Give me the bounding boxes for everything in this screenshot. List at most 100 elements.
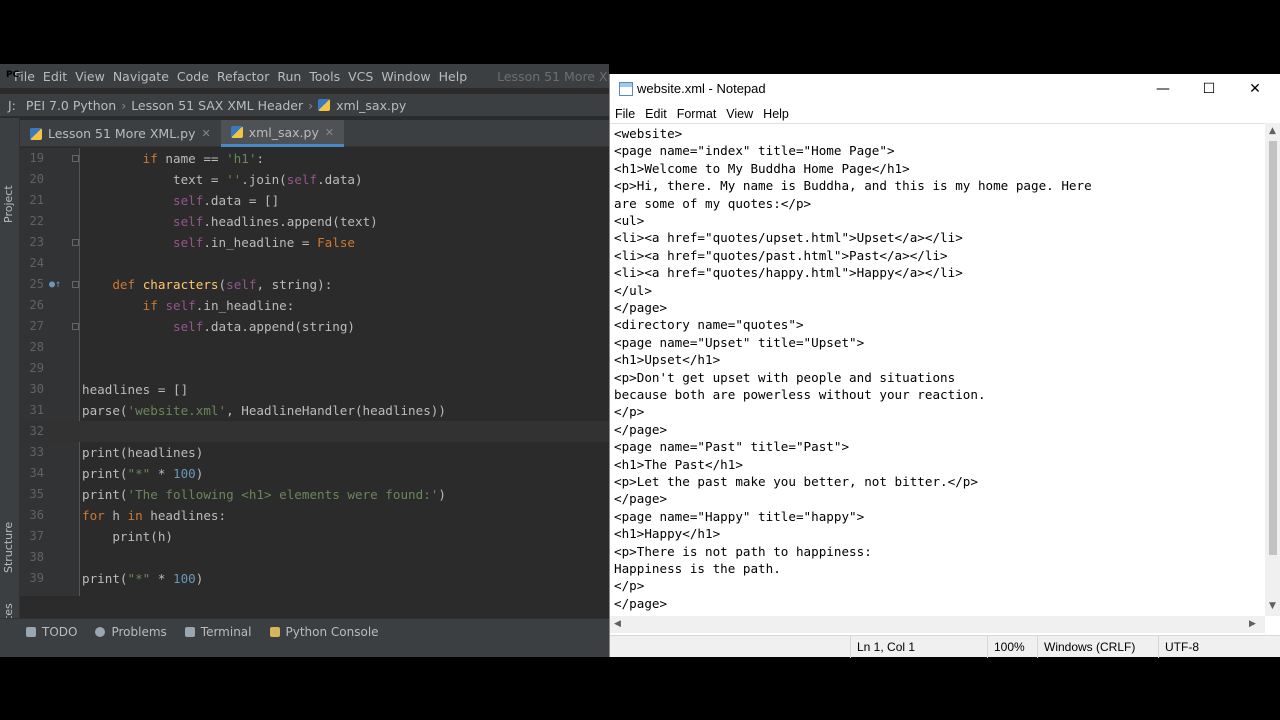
tab-label: Lesson 51 More XML.py (48, 126, 196, 141)
code-line: 31 parse('website.xml', HeadlineHandler(h… (29, 403, 446, 418)
text-line: are some of my quotes:</p> (614, 195, 812, 211)
scroll-left-icon[interactable]: ◀ (614, 619, 621, 629)
horizontal-scrollbar[interactable]: ◀ ▶ (610, 616, 1265, 633)
text-line: <p>Let the past make you better, not bit… (614, 474, 978, 489)
code-editor[interactable]: 19 if name == 'h1': 20 text = ''.join(se… (20, 148, 609, 596)
code-line: 33 print(headlines) (29, 445, 204, 460)
text-line: <page name="Past" title="Past"> (614, 439, 850, 455)
fold-marker-icon[interactable] (72, 239, 79, 246)
code-line: 27 self.data.append(string) (29, 319, 355, 334)
notepad-status-bar: Ln 1, Col 1 100% Windows (CRLF) UTF-8 (610, 635, 1280, 658)
menu-help[interactable]: Help (763, 107, 789, 121)
drive-label: J: (8, 97, 16, 113)
scroll-down-icon[interactable]: ▼ (1269, 601, 1276, 611)
minimize-button[interactable]: — (1140, 74, 1186, 104)
python-file-icon (318, 99, 331, 111)
fold-marker-icon[interactable] (72, 323, 79, 330)
menu-refactor[interactable]: Refactor (217, 69, 277, 84)
menu-view[interactable]: View (75, 69, 113, 84)
text-line: <p>There is not path to happiness: (614, 543, 872, 559)
fold-marker-icon[interactable] (72, 281, 79, 288)
python-console-tool-button[interactable]: Python Console (269, 625, 379, 639)
code-line: 22 self.headlines.append(text) (29, 214, 378, 229)
menu-window[interactable]: Window (381, 69, 438, 84)
scroll-right-icon[interactable]: ▶ (1249, 619, 1256, 629)
python-file-icon (30, 127, 42, 140)
code-line-current: 32 (20, 421, 609, 442)
text-line: <p>Don't get upset with people and situa… (614, 369, 956, 385)
text-line: </p> (614, 404, 645, 420)
text-line: </p> (614, 578, 645, 594)
close-icon[interactable]: ✕ (201, 127, 210, 140)
notepad-menubar: File Edit Format View Help (610, 104, 1280, 123)
tab-xml-sax[interactable]: xml_sax.py ✕ (220, 120, 345, 147)
code-line: 25 ●↑ def characters(self, string): (20, 274, 609, 295)
text-line: Happiness is the path. (614, 561, 781, 576)
menu-help[interactable]: Help (439, 69, 476, 84)
scroll-up-icon[interactable]: ▲ (1269, 126, 1276, 136)
code-line: 19 if name == 'h1': (29, 151, 265, 166)
menu-edit[interactable]: Edit (43, 69, 75, 84)
sidebar-structure-tab[interactable]: Structure (2, 522, 15, 573)
text-line: <p>Hi, there. My name is Buddha, and thi… (614, 178, 1092, 194)
breadcrumb-project[interactable]: PEI 7.0 Python (26, 98, 116, 113)
code-line: 36 for h in headlines: (29, 508, 227, 523)
list-icon (26, 626, 36, 637)
text-line: <li><a href="quotes/upset.html">Upset</a… (614, 230, 963, 246)
breadcrumb-separator-icon: › (121, 97, 127, 113)
menu-tools[interactable]: Tools (309, 69, 348, 84)
menu-navigate[interactable]: Navigate (113, 69, 177, 84)
code-line: 38 (29, 550, 44, 564)
menu-view[interactable]: View (726, 107, 753, 121)
menu-format[interactable]: Format (677, 107, 717, 121)
zoom-level: 100% (987, 636, 1037, 658)
todo-tool-button[interactable]: TODO (26, 625, 77, 639)
ide-window-title: Lesson 51 More XM (497, 68, 609, 84)
menu-code[interactable]: Code (177, 69, 217, 84)
code-line: 34 print("*" * 100) (29, 466, 204, 481)
close-icon[interactable]: ✕ (325, 126, 334, 139)
breadcrumb-folder[interactable]: Lesson 51 SAX XML Header (131, 98, 303, 113)
text-line: <h1>Happy</h1> (614, 526, 721, 542)
code-line: 29 (29, 361, 44, 375)
terminal-tool-button[interactable]: Terminal (184, 625, 252, 639)
override-marker-icon[interactable]: ●↑ (49, 274, 61, 295)
maximize-button[interactable]: ☐ (1186, 74, 1232, 104)
window-title: website.xml - Notepad (637, 81, 766, 96)
info-icon (95, 626, 106, 637)
problems-tool-button[interactable]: Problems (95, 625, 167, 639)
text-line: <li><a href="quotes/past.html">Past</a><… (614, 247, 948, 263)
text-line: because both are powerless without your … (614, 387, 986, 402)
text-line: <page name="Happy" title="happy"> (614, 508, 865, 524)
python-icon (269, 626, 280, 637)
tab-lesson51-more-xml[interactable]: Lesson 51 More XML.py ✕ (20, 120, 221, 147)
ide-window: PC File Edit View Navigate Code Refactor… (0, 64, 609, 657)
code-line: 21 self.data = [] (29, 193, 280, 208)
encoding: UTF-8 (1158, 636, 1280, 658)
text-area[interactable]: <website> <page name="index" title="Home … (610, 123, 1265, 616)
menu-edit[interactable]: Edit (645, 107, 667, 121)
breadcrumb-file[interactable]: xml_sax.py (336, 98, 406, 113)
text-line: </page> (614, 491, 668, 507)
text-line: <directory name="quotes"> (614, 317, 804, 333)
code-line: 23 self.in_headline = False (29, 235, 355, 250)
close-button[interactable]: ✕ (1232, 74, 1278, 104)
notepad-titlebar[interactable]: website.xml - Notepad — ☐ ✕ (610, 74, 1280, 104)
breadcrumb-separator-icon: › (308, 97, 314, 113)
text-line: <li><a href="quotes/happy.html">Happy</a… (614, 265, 963, 281)
terminal-icon (184, 626, 195, 637)
sidebar-project-tab[interactable]: Project (2, 185, 15, 223)
menu-run[interactable]: Run (277, 69, 309, 84)
menu-file[interactable]: File (615, 107, 635, 121)
text-line: <ul> (614, 213, 645, 228)
text-line: <page name="Upset" title="Upset"> (614, 334, 865, 350)
code-line: 30 headlines = [] (29, 382, 189, 397)
scrollbar-thumb[interactable] (1269, 141, 1277, 555)
code-line: 28 (29, 340, 44, 354)
code-line: 35 print('The following <h1> elements wer… (29, 487, 446, 502)
code-line: 26 if self.in_headline: (29, 298, 295, 313)
text-line: <h1>Welcome to My Buddha Home Page</h1> (614, 160, 910, 176)
vertical-scrollbar[interactable]: ▲ ▼ (1265, 123, 1280, 616)
fold-marker-icon[interactable] (72, 155, 79, 162)
menu-vcs[interactable]: VCS (348, 69, 381, 84)
